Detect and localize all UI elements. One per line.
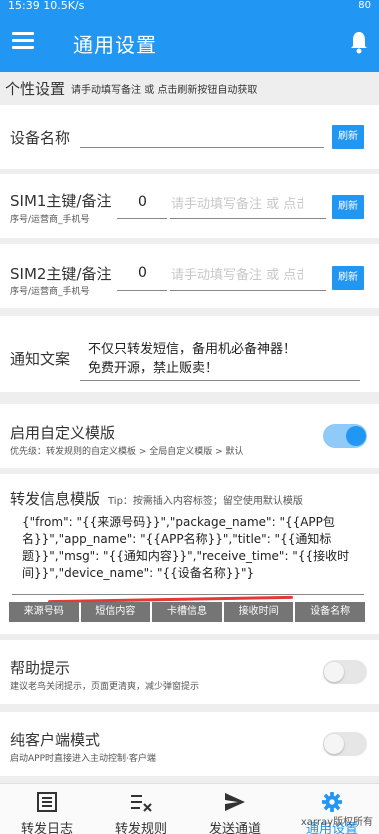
notice-label: 通知文案 <box>10 350 71 368</box>
sim2-remark-input[interactable] <box>170 290 326 291</box>
gear-icon <box>322 792 342 812</box>
custom-template-sub: 优先级：转发规则的自定义模板 > 全局自定义模版 > 默认 <box>10 447 244 457</box>
help-sub: 建议老鸟关闭提示，页面更清爽，减少弹窗提示 <box>10 682 200 692</box>
bell-icon[interactable] <box>349 30 369 54</box>
notice-card: 通知文案 不仅只转发短信，备用机必备神器！ 免费开源，禁止贩卖！ <box>0 316 379 392</box>
status-bar: 15:39 10.5K/s 80 <box>0 0 379 14</box>
device-name-refresh-button[interactable]: 刷新 <box>332 125 364 149</box>
template-tip: Tip：按需插入内容标签；留空使用默认模版 <box>108 496 303 507</box>
sim2-refresh-button[interactable]: 刷新 <box>332 266 364 290</box>
nav-label-send: 发送通道 <box>208 822 261 834</box>
watermark: xarray版权所有 <box>300 817 373 828</box>
sim1-remark-placeholder: 请手动填写备注 或 点击刷新 <box>171 197 303 212</box>
sim2-card: SIM2主键/备注 序号/运营商_手机号 0 请手动填写备注 或 点击刷新 刷新 <box>0 244 379 308</box>
tag-button-source[interactable]: 来源号码 <box>9 602 79 622</box>
sim1-card: SIM1主键/备注 序号/运营商_手机号 0 请手动填写备注 或 点击刷新 刷新 <box>0 174 379 238</box>
nav-item-logs[interactable]: 转发日志 <box>0 784 94 834</box>
tag-button-device-name[interactable]: 设备名称 <box>295 602 365 622</box>
pure-client-switch[interactable] <box>323 732 367 756</box>
section-header: 个性设置 请手动填写备注 或 点击刷新按钮自动获取 <box>0 72 379 104</box>
nav-label-rules: 转发规则 <box>114 822 167 834</box>
status-time: 15:39 <box>8 0 40 12</box>
menu-icon[interactable] <box>12 32 34 50</box>
section-title: 个性设置 <box>5 79 66 98</box>
custom-template-card: 启用自定义模版 优先级：转发规则的自定义模板 > 全局自定义模版 > 默认 <box>0 404 379 468</box>
tag-button-receive-time[interactable]: 接收时间 <box>223 602 294 622</box>
sim1-remark-input[interactable] <box>170 218 326 219</box>
battery-indicator: 80 <box>358 0 371 12</box>
sim2-index: 0 <box>138 265 147 281</box>
template-card: 转发信息模版 Tip：按需插入内容标签；留空使用默认模版 {"from": "{… <box>0 474 379 634</box>
sim1-label: SIM1主键/备注 <box>10 192 112 210</box>
sim2-label: SIM2主键/备注 <box>10 265 112 283</box>
notice-input[interactable]: 不仅只转发短信，备用机必备神器！ 免费开源，禁止贩卖！ <box>88 340 296 378</box>
battery-level: 80 <box>358 0 371 11</box>
device-name-card: 设备名称 刷新 <box>0 105 379 169</box>
tag-button-slot[interactable]: 卡槽信息 <box>152 602 222 622</box>
tag-row: 来源号码 短信内容 卡槽信息 接收时间 设备名称 <box>9 602 365 622</box>
sim2-remark-placeholder: 请手动填写备注 或 点击刷新 <box>171 268 303 283</box>
rules-icon <box>131 795 152 812</box>
help-label: 帮助提示 <box>10 659 71 677</box>
log-list-icon <box>37 792 57 812</box>
sim2-sub: 序号/运营商_手机号 <box>10 287 90 297</box>
app-toolbar: 通用设置 <box>0 14 379 72</box>
send-icon <box>225 793 245 811</box>
sim1-sub: 序号/运营商_手机号 <box>10 215 90 225</box>
pure-client-label: 纯客户端模式 <box>10 731 101 749</box>
notice-line-1: 不仅只转发短信，备用机必备神器！ <box>88 342 297 357</box>
template-label: 转发信息模版 <box>10 490 101 508</box>
help-card: 帮助提示 建议老鸟关闭提示，页面更清爽，减少弹窗提示 <box>0 640 379 704</box>
tag-button-sms-content[interactable]: 短信内容 <box>80 602 151 622</box>
notice-line-2: 免费开源，禁止贩卖！ <box>88 361 219 376</box>
page-title: 通用设置 <box>73 33 157 57</box>
device-name-input[interactable] <box>80 147 324 148</box>
nav-label-logs: 转发日志 <box>20 822 73 834</box>
custom-template-switch[interactable] <box>323 424 367 448</box>
template-underline <box>12 594 364 595</box>
device-name-label: 设备名称 <box>10 129 71 147</box>
section-hint: 请手动填写备注 或 点击刷新按钮自动获取 <box>71 84 258 96</box>
sim2-index-input[interactable] <box>117 290 167 291</box>
notice-underline <box>80 380 360 381</box>
sim1-refresh-button[interactable]: 刷新 <box>332 195 364 219</box>
template-input[interactable]: {"from": "{{来源号码}}","package_name": "{{A… <box>22 514 367 582</box>
nav-item-rules[interactable]: 转发规则 <box>94 784 188 834</box>
pure-client-card: 纯客户端模式 启动APP时直接进入主动控制·客户端 <box>0 712 379 776</box>
pure-client-sub: 启动APP时直接进入主动控制·客户端 <box>10 754 156 764</box>
custom-template-label: 启用自定义模版 <box>10 424 116 442</box>
nav-item-send[interactable]: 发送通道 <box>188 784 282 834</box>
status-speed: 10.5K/s <box>43 0 85 12</box>
help-switch[interactable] <box>323 660 367 684</box>
sim1-index-input[interactable] <box>117 218 167 219</box>
sim1-index: 0 <box>138 194 147 210</box>
